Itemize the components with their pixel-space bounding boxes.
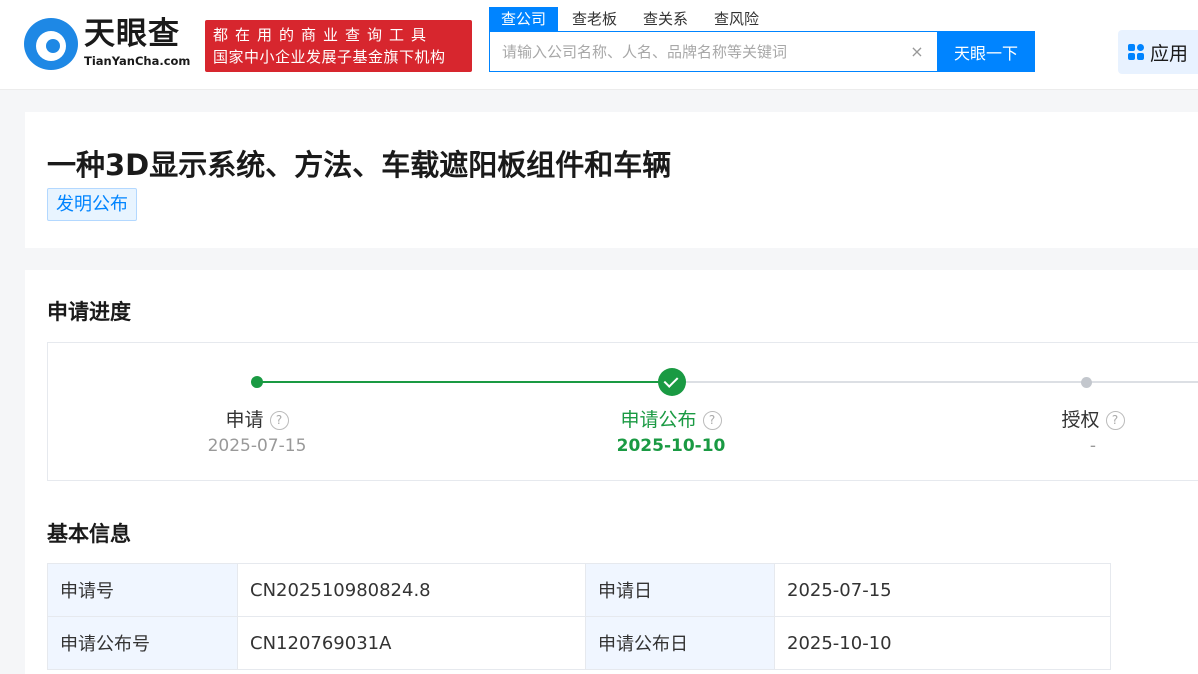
patent-title-card: 一种3D显示系统、方法、车载遮阳板组件和车辆 发明公布 xyxy=(25,112,1198,248)
help-icon[interactable]: ? xyxy=(702,410,722,430)
step-label: 申请 xyxy=(225,409,264,431)
tab-relation[interactable]: 查关系 xyxy=(631,7,700,31)
field-key: 申请号 xyxy=(47,563,238,617)
field-value: CN202510980824.8 xyxy=(237,563,586,617)
step-label: 授权 xyxy=(1061,409,1100,431)
step-application: 申请 ? 2025-07-15 xyxy=(157,407,357,459)
table-row: 申请号 CN202510980824.8 申请日 2025-07-15 xyxy=(47,563,1111,617)
field-value: 2025-07-15 xyxy=(774,563,1111,617)
apps-button[interactable]: 应用 xyxy=(1118,30,1198,74)
slogan-line-2: 国家中小企业发展子基金旗下机构 xyxy=(213,48,446,66)
basic-info-section-title: 基本信息 xyxy=(47,522,131,546)
step-grant: 授权 ? - xyxy=(993,407,1193,459)
logo-text-cn: 天眼查 xyxy=(84,16,180,52)
step-label: 申请公布 xyxy=(620,409,697,431)
field-key: 申请公布号 xyxy=(47,616,238,670)
step-date: 2025-07-15 xyxy=(207,436,307,456)
logo-text-en: TianYanCha.com xyxy=(84,54,191,68)
tab-company[interactable]: 查公司 xyxy=(489,7,559,31)
tab-boss[interactable]: 查老板 xyxy=(560,7,629,31)
tab-risk[interactable]: 查风险 xyxy=(702,7,771,31)
help-icon[interactable]: ? xyxy=(269,410,289,430)
field-value: 2025-10-10 xyxy=(774,616,1111,670)
progress-timeline: 申请 ? 2025-07-15 申请公布 ? 2025-10-10 授权 ? - xyxy=(47,342,1198,481)
clear-icon[interactable]: × xyxy=(905,32,929,71)
top-header: 天眼查 TianYanCha.com 都在用的商业查询工具 国家中小企业发展子基… xyxy=(0,0,1198,90)
check-icon xyxy=(658,368,686,396)
basic-info-table: 申请号 CN202510980824.8 申请日 2025-07-15 申请公布… xyxy=(47,563,1111,670)
page-title: 一种3D显示系统、方法、车载遮阳板组件和车辆 xyxy=(47,148,672,182)
search-box: × 天眼一下 xyxy=(489,31,1035,72)
field-key: 申请日 xyxy=(585,563,775,617)
search-button[interactable]: 天眼一下 xyxy=(937,31,1035,72)
logo-eye-icon xyxy=(24,18,78,70)
step-date: 2025-10-10 xyxy=(616,436,726,456)
apps-grid-icon xyxy=(1128,44,1144,60)
step-date: - xyxy=(1089,436,1097,456)
slogan-line-1: 都在用的商业查询工具 xyxy=(213,26,434,44)
help-icon[interactable]: ? xyxy=(1105,410,1125,430)
tianyancha-logo[interactable]: 天眼查 TianYanCha.com xyxy=(24,16,196,72)
step-publication: 申请公布 ? 2025-10-10 xyxy=(571,407,771,459)
table-row: 申请公布号 CN120769031A 申请公布日 2025-10-10 xyxy=(47,616,1111,670)
search-tabs: 查公司 查老板 查关系 查风险 xyxy=(489,7,773,31)
search-input[interactable] xyxy=(490,32,905,71)
field-key: 申请公布日 xyxy=(585,616,775,670)
field-value: CN120769031A xyxy=(237,616,586,670)
search-area: 查公司 查老板 查关系 查风险 × 天眼一下 xyxy=(489,7,1035,73)
status-badge: 发明公布 xyxy=(47,188,137,221)
slogan-banner[interactable]: 都在用的商业查询工具 国家中小企业发展子基金旗下机构 xyxy=(205,20,472,72)
progress-line-pending xyxy=(672,381,1198,383)
step-dot-grant xyxy=(1081,377,1092,388)
apps-label: 应用 xyxy=(1150,42,1189,65)
progress-section-title: 申请进度 xyxy=(47,300,131,324)
step-dot-application xyxy=(251,376,263,388)
progress-line-done xyxy=(257,381,672,383)
patent-detail-card: 申请进度 申请 ? 2025-07-15 申请公布 ? 2025-10-10 授… xyxy=(25,270,1198,674)
